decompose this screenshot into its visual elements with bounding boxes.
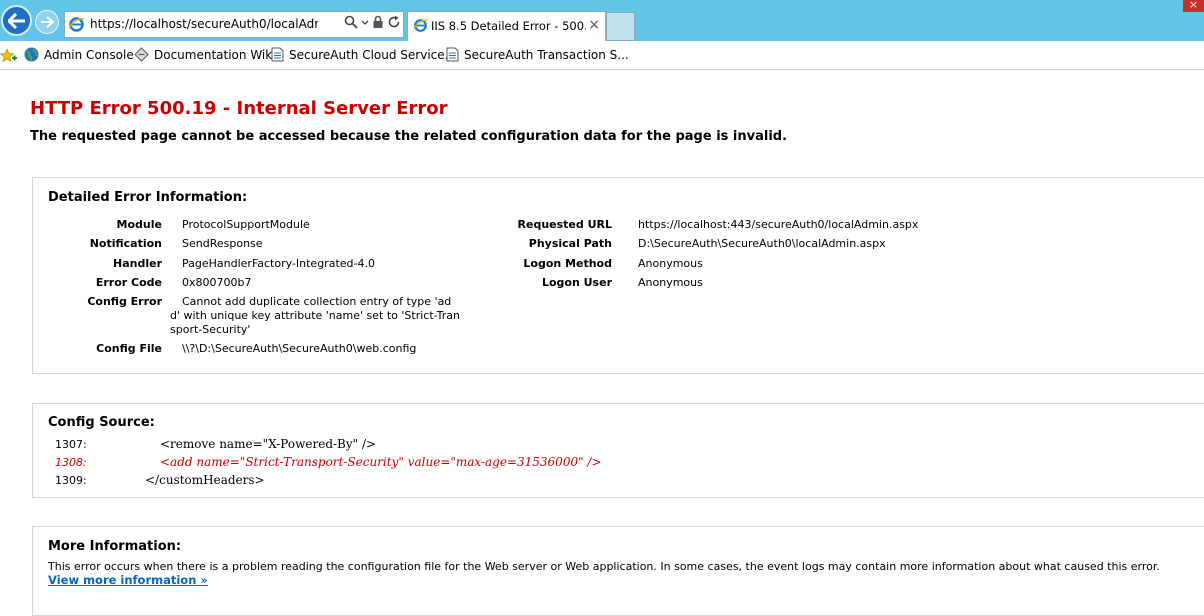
globe-icon [24,47,39,62]
detail-key: Config File [96,342,162,355]
page-content: HTTP Error 500.19 - Internal Server Erro… [0,70,1204,616]
forward-arrow-icon [41,16,54,28]
favorites-bar: Admin Console Documentation Wiki SecureA… [0,41,1204,70]
config-source-heading: Config Source: [48,415,155,430]
detail-value: ProtocolSupportModule [182,218,310,231]
detail-key: Error Code [95,276,162,289]
line-number: 1307: [55,438,87,451]
detail-key: Requested URL [517,218,612,231]
favorite-secureauth-transaction[interactable]: SecureAuth Transaction S... [446,47,629,62]
search-icon[interactable] [344,15,358,29]
forward-button[interactable] [35,10,59,34]
favorite-label: SecureAuth Transaction S... [464,47,629,62]
page-icon [446,47,459,62]
detail-key: Logon User [541,276,612,289]
view-more-information-link[interactable]: View more information » [48,573,208,587]
detail-value: Anonymous [638,276,703,289]
detail-value: SendResponse [182,237,263,250]
detailed-error-panel: Detailed Error Information: Module Proto… [32,177,1204,374]
line-code: <remove name="X-Powered-By" /> [160,437,377,451]
detail-key: Physical Path [528,237,612,250]
detail-value: 0x800700b7 [182,276,252,289]
detail-key: Handler [113,257,162,270]
browser-title-bar: https://localhost/secureAuth0/localAdmin… [0,0,1204,41]
detail-key: Logon Method [523,257,612,270]
detail-key: Config Error [87,295,162,308]
detail-value: PageHandlerFactory-Integrated-4.0 [182,257,375,270]
favorites-star-icon[interactable] [0,48,18,64]
more-information-text: This error occurs when there is a proble… [48,560,1160,573]
back-arrow-icon [7,12,25,29]
config-error-value: Cannot add duplicate collection entry of… [170,295,460,336]
back-button[interactable] [1,5,32,36]
detail-value: D:\SecureAuth\SecureAuth0\localAdmin.asp… [638,237,886,250]
tab-close-icon[interactable]: × [588,17,600,33]
page-icon [271,47,284,62]
window-close-button[interactable]: × [1183,0,1204,12]
window-close-icon: × [1188,0,1199,11]
detail-key: Module [116,218,162,231]
new-tab-button[interactable] [606,12,635,41]
ie-logo-icon [68,17,85,32]
favorite-documentation-wiki[interactable]: Documentation Wiki [134,47,276,62]
address-url[interactable]: https://localhost/secureAuth0/localAdmin… [90,17,318,31]
error-subtitle: The requested page cannot be accessed be… [30,129,788,144]
line-code: <add name="Strict-Transport-Security" va… [160,455,602,469]
detail-value: Anonymous [638,257,703,270]
favorite-label: Admin Console [44,47,134,62]
line-number: 1309: [55,474,87,487]
dropdown-arrow-icon[interactable] [361,15,369,29]
more-information-panel: More Information: This error occurs when… [32,526,1204,616]
detailed-error-heading: Detailed Error Information: [48,190,248,205]
favorite-label: SecureAuth Cloud Service... [289,47,457,62]
ie-logo-icon [413,19,428,32]
favorite-secureauth-cloud-service[interactable]: SecureAuth Cloud Service... [271,47,456,62]
config-source-line: 1309: </customHeaders> [55,473,265,487]
wiki-icon [134,47,149,62]
favorite-admin-console[interactable]: Admin Console [24,47,134,62]
config-source-line: 1307: <remove name="X-Powered-By" /> [55,437,376,451]
favorite-label: Documentation Wiki [154,47,276,62]
lock-icon[interactable] [372,15,384,29]
tab-title: IIS 8.5 Detailed Error - 500.1... [431,19,586,33]
config-source-panel: Config Source: 1307: <remove name="X-Powe… [32,403,1204,498]
tab-iis-error[interactable]: IIS 8.5 Detailed Error - 500.1... × [407,11,606,41]
line-number: 1308: [55,456,87,469]
detail-value: https://localhost:443/secureAuth0/localA… [638,218,919,231]
detail-key: Notification [89,237,162,250]
line-code: </customHeaders> [145,473,265,487]
refresh-icon[interactable] [387,15,401,29]
detail-value: \\?\D:\SecureAuth\SecureAuth0\web.config [182,342,417,355]
config-source-error-line: 1308: <add name="Strict-Transport-Securit… [55,455,602,469]
more-information-heading: More Information: [48,539,182,554]
error-title: HTTP Error 500.19 - Internal Server Erro… [30,98,448,119]
address-bar[interactable]: https://localhost/secureAuth0/localAdmin… [64,11,404,38]
